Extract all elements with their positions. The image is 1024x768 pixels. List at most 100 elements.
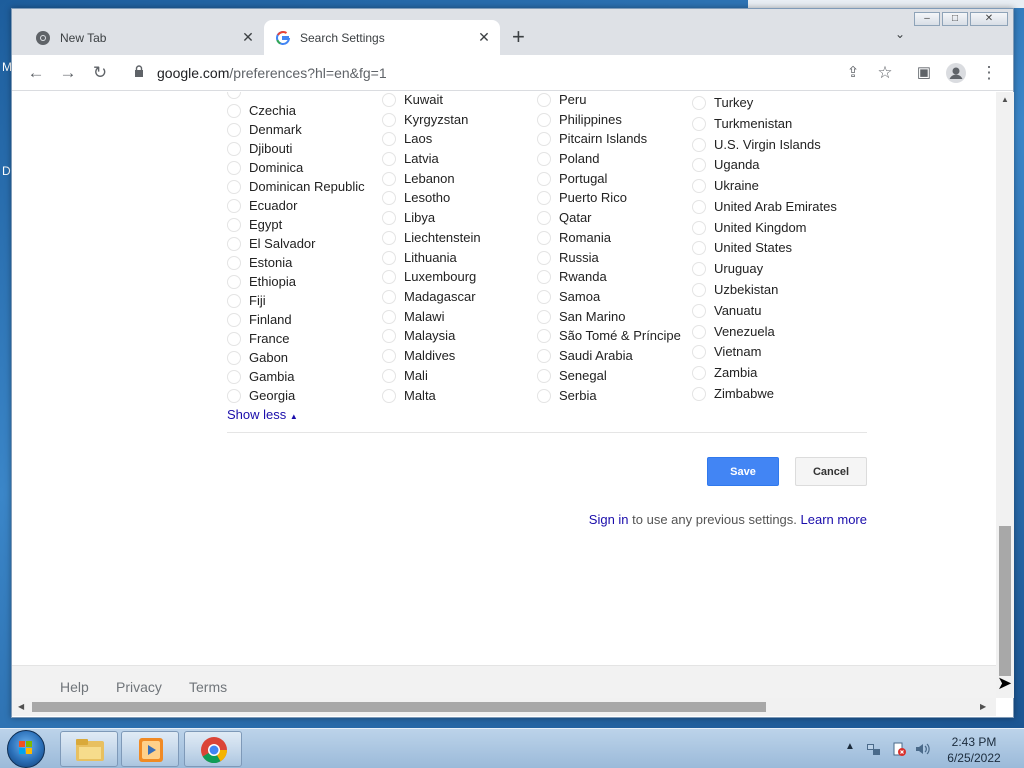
radio-button[interactable] [692,179,706,193]
radio-button[interactable] [692,262,706,276]
back-icon[interactable]: ← [23,60,49,86]
radio-button[interactable] [382,329,396,343]
radio-button[interactable] [537,349,551,363]
radio-button[interactable] [537,132,551,146]
radio-button[interactable] [227,332,241,346]
radio-button[interactable] [692,325,706,339]
radio-button[interactable] [227,370,241,384]
region-option[interactable]: Lebanon [382,169,542,189]
radio-button[interactable] [382,211,396,225]
region-option[interactable]: Kuwait [382,92,542,110]
region-option[interactable]: Saudi Arabia [537,346,697,366]
radio-button[interactable] [692,221,706,235]
show-less-link[interactable]: Show less ▲ [227,407,298,422]
region-option[interactable]: U.S. Virgin Islands [692,135,852,155]
radio-button[interactable] [227,142,241,156]
region-option[interactable]: Finland [227,310,387,330]
radio-button[interactable] [227,294,241,308]
network-icon[interactable] [866,741,882,757]
footer-terms-link[interactable]: Terms [189,679,227,695]
radio-button[interactable] [227,256,241,270]
radio-button[interactable] [692,241,706,255]
radio-button[interactable] [692,345,706,359]
region-option[interactable]: Vanuatu [692,301,852,321]
radio-button[interactable] [537,270,551,284]
system-clock[interactable]: 2:43 PM 6/25/2022 [938,734,1010,766]
region-option[interactable]: Turkey [692,93,852,113]
scroll-up-icon[interactable]: ▲ [1001,95,1009,104]
region-option[interactable]: Ecuador [227,196,387,216]
radio-button[interactable] [692,158,706,172]
radio-button[interactable] [692,138,706,152]
radio-button[interactable] [692,96,706,110]
region-option[interactable]: Malawi [382,307,542,327]
tab-search-settings[interactable]: Search Settings ✕ [264,20,500,55]
radio-button[interactable] [537,231,551,245]
radio-button[interactable] [382,290,396,304]
horizontal-scroll-thumb[interactable] [32,702,766,712]
radio-button[interactable] [692,283,706,297]
region-option[interactable]: Fiji [227,291,387,311]
action-center-icon[interactable] [891,741,907,757]
radio-button[interactable] [227,104,241,118]
scroll-right-icon[interactable]: ▶ [980,702,986,711]
region-option[interactable]: Romania [537,228,697,248]
radio-button[interactable] [382,310,396,324]
radio-button[interactable] [382,93,396,107]
new-tab-button[interactable]: + [512,24,525,50]
close-tab-icon[interactable]: ✕ [238,29,258,46]
radio-button[interactable] [382,152,396,166]
menu-kebab-icon[interactable]: ⋮ [976,60,1002,86]
region-option[interactable]: Mali [382,366,542,386]
radio-button[interactable] [227,123,241,137]
region-option[interactable]: El Salvador [227,234,387,254]
radio-button[interactable] [382,132,396,146]
learn-more-link[interactable]: Learn more [801,512,867,527]
radio-button[interactable] [227,218,241,232]
radio-button[interactable] [227,180,241,194]
region-option[interactable]: Venezuela [692,322,852,342]
region-option[interactable]: Laos [382,129,542,149]
footer-help-link[interactable]: Help [60,679,89,695]
radio-button[interactable] [227,351,241,365]
radio-button[interactable] [537,113,551,127]
region-option[interactable]: Puerto Rico [537,188,697,208]
region-option[interactable]: Maldives [382,346,542,366]
region-option[interactable]: Zambia [692,363,852,383]
maximize-button[interactable]: □ [942,12,968,26]
region-option[interactable]: Estonia [227,253,387,273]
taskbar-media-player-button[interactable] [121,731,179,767]
region-option[interactable]: Gabon [227,348,387,368]
region-option[interactable]: Malaysia [382,326,542,346]
region-option[interactable]: Qatar [537,208,697,228]
region-option[interactable]: Portugal [537,169,697,189]
radio-button[interactable] [692,387,706,401]
region-option[interactable]: Gambia [227,367,387,387]
taskbar-chrome-button[interactable] [184,731,242,767]
region-option[interactable]: Ethiopia [227,272,387,292]
close-window-button[interactable]: ✕ [970,12,1008,26]
region-option[interactable]: Dominican Republic [227,177,387,197]
region-option[interactable]: France [227,329,387,349]
bookmark-star-icon[interactable]: ☆ [872,60,898,86]
region-option[interactable]: Liechtenstein [382,228,542,248]
address-bar[interactable]: google.com/preferences?hl=en&fg=1 [124,59,914,87]
radio-button[interactable] [692,117,706,131]
radio-button[interactable] [537,329,551,343]
radio-button[interactable] [537,93,551,107]
radio-button[interactable] [227,199,241,213]
chevron-down-icon[interactable]: ⌄ [895,27,905,41]
side-panel-icon[interactable]: ▣ [911,60,937,86]
region-option[interactable]: United States [692,238,852,258]
radio-button[interactable] [692,366,706,380]
radio-button[interactable] [227,389,241,403]
radio-button[interactable] [537,290,551,304]
radio-button[interactable] [227,92,241,99]
region-option[interactable]: Uganda [692,155,852,175]
region-option[interactable]: San Marino [537,307,697,327]
radio-button[interactable] [382,251,396,265]
radio-button[interactable] [382,369,396,383]
taskbar-explorer-button[interactable] [60,731,118,767]
save-button[interactable]: Save [707,457,779,486]
radio-button[interactable] [692,304,706,318]
